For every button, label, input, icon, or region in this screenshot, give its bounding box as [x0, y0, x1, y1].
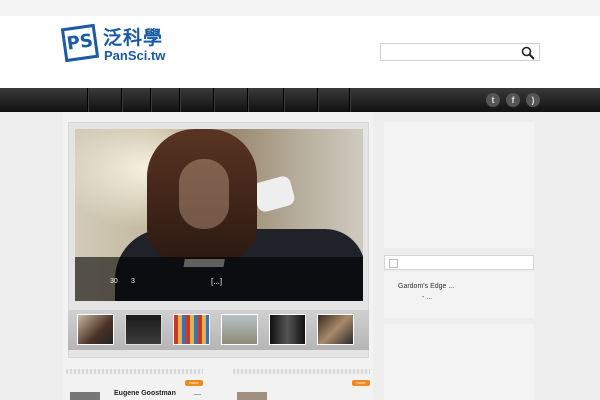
search-input[interactable]: [383, 45, 513, 59]
nav-item-3[interactable]: [122, 88, 151, 112]
thumbnail-3[interactable]: [173, 314, 210, 345]
logo-chinese-title: 泛科學: [103, 27, 164, 49]
nav-item-4[interactable]: [151, 88, 180, 112]
nav-item-9[interactable]: [318, 88, 350, 112]
nav-item-2[interactable]: [88, 88, 122, 112]
facebook-icon[interactable]: f: [506, 93, 520, 107]
post-meta: —: [194, 391, 201, 398]
sidebar-ad-block: [384, 122, 534, 248]
top-strip: [0, 0, 600, 17]
logo-mark: PS: [60, 23, 100, 63]
slider-thumbnails: [68, 310, 369, 350]
post-tag[interactable]: more: [185, 380, 203, 386]
sidebar-item-2[interactable]: - ...: [422, 294, 432, 301]
search-icon[interactable]: [521, 46, 535, 60]
rss-icon[interactable]: ): [526, 93, 540, 107]
slide-caption: 30 3 [...]: [75, 257, 363, 301]
twitter-icon[interactable]: t: [486, 93, 500, 107]
figure-face: [179, 159, 229, 229]
nav-item-6[interactable]: [214, 88, 248, 112]
caption-number-1: 30: [110, 278, 118, 285]
post-tag[interactable]: more: [352, 380, 370, 386]
sidebar-list: [384, 272, 534, 318]
post-thumbnail[interactable]: [70, 392, 100, 400]
thumbnail-5[interactable]: [269, 314, 306, 345]
thumbnail-4[interactable]: [221, 314, 258, 345]
sidebar-item-1[interactable]: Gardom's Edge ...: [398, 283, 454, 290]
post-divider: [233, 369, 370, 374]
sidebar-lower-block: [384, 324, 534, 400]
thumbnail-2[interactable]: [125, 314, 162, 345]
main-nav: t f ): [0, 88, 600, 112]
thumbnail-1[interactable]: [77, 314, 114, 345]
thumbnail-6[interactable]: [317, 314, 354, 345]
caption-number-2: 3: [131, 278, 135, 285]
sidebar-search-field[interactable]: [384, 255, 534, 270]
nav-item-7[interactable]: [248, 88, 284, 112]
nav-item-5[interactable]: [180, 88, 214, 112]
post-title[interactable]: Eugene Goostman: [114, 390, 176, 397]
site-logo[interactable]: PS 泛科學 PanSci.tw: [60, 23, 203, 68]
post-thumbnail[interactable]: [237, 392, 267, 400]
logo-english-title: PanSci.tw: [104, 48, 166, 63]
search-field-icon: [389, 259, 398, 268]
search-box[interactable]: [380, 43, 540, 61]
figure-arm: [251, 174, 297, 214]
post-column-2: more: [233, 364, 370, 400]
post-divider: [66, 369, 203, 374]
nav-item-1[interactable]: [0, 88, 88, 112]
nav-item-8[interactable]: [284, 88, 318, 112]
caption-read-more[interactable]: [...]: [211, 277, 222, 286]
